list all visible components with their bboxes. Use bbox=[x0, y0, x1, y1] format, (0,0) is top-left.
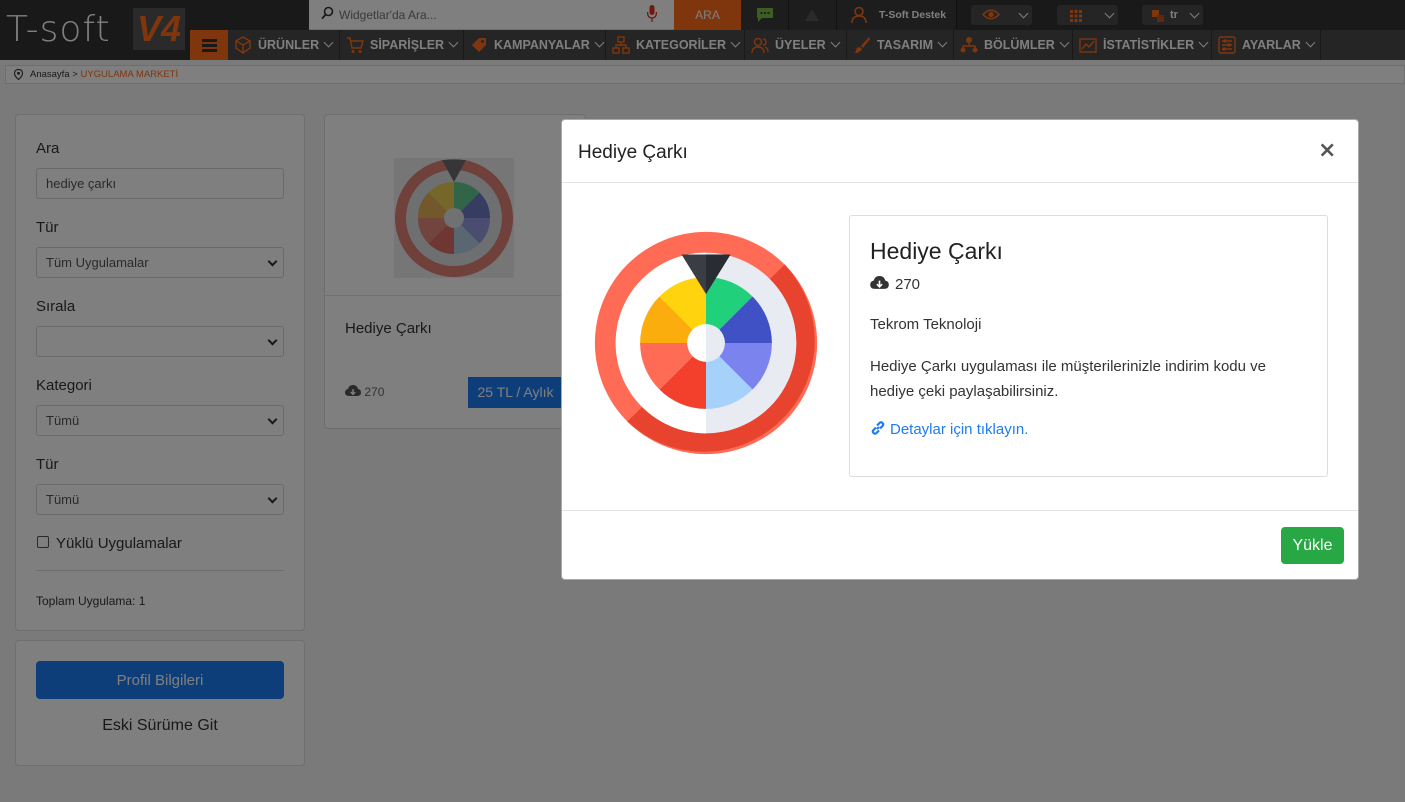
app-company: Tekrom Teknoloji bbox=[870, 316, 982, 333]
app-download-count: 270 bbox=[895, 276, 921, 293]
close-button[interactable]: × bbox=[1318, 138, 1336, 164]
app-name: Hediye Çarkı bbox=[870, 238, 1003, 264]
modal-footer-divider bbox=[562, 510, 1358, 511]
gift-wheel-icon bbox=[594, 231, 818, 455]
cloud-download-icon bbox=[870, 276, 889, 289]
modal-backdrop-top bbox=[0, 0, 1405, 90]
details-link-text: Detaylar için tıklayın. bbox=[890, 421, 1029, 438]
app-detail-modal: Hediye Çarkı × Hediye Çarkı 270 Tekrom T… bbox=[561, 119, 1359, 580]
modal-header: Hediye Çarkı × bbox=[562, 120, 1358, 183]
link-icon bbox=[871, 421, 885, 435]
details-link[interactable]: Detaylar için tıklayın. bbox=[870, 420, 1028, 438]
install-button[interactable]: Yükle bbox=[1281, 527, 1344, 564]
app-downloads: 270 bbox=[870, 276, 920, 293]
app-info-box: Hediye Çarkı 270 Tekrom Teknoloji Hediye… bbox=[849, 215, 1328, 477]
modal-title: Hediye Çarkı bbox=[578, 142, 688, 163]
app-description: Hediye Çarkı uygulaması ile müşterilerin… bbox=[870, 358, 1266, 400]
